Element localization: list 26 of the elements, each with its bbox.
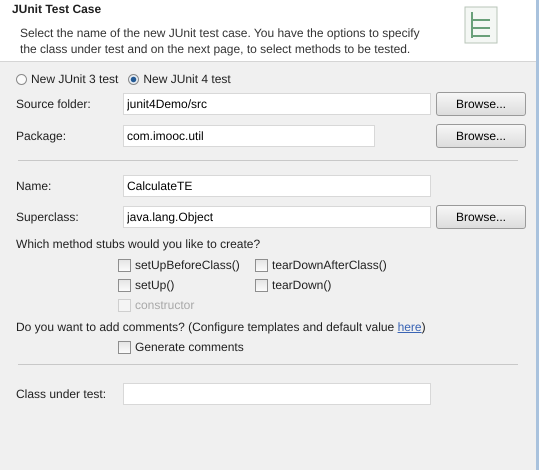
input-field[interactable]: java.lang.Object <box>123 206 431 228</box>
dialog-title: JUnit Test Case <box>12 2 102 16</box>
comments-prompt: Do you want to add comments? (Configure templates and default value here) <box>16 320 427 334</box>
input-field[interactable]: com.imooc.util <box>123 125 375 147</box>
dialog-description: Select the name of the new JUnit test case. You have the options to specify the class under test and on the next page, to select methods to be tested. <box>19 25 421 57</box>
field-label: Class under test: <box>16 387 108 401</box>
checkbox-option[interactable]: Generate comments <box>118 340 255 354</box>
field-label: Superclass: <box>16 210 80 224</box>
input-field[interactable] <box>123 383 431 405</box>
field-label: Package: <box>16 129 68 143</box>
radio-option[interactable]: New JUnit 4 test <box>128 72 231 86</box>
input-field[interactable]: junit4Demo/src <box>123 93 431 115</box>
templates-link[interactable]: here <box>398 320 422 334</box>
checkbox-option[interactable]: setUp() <box>118 278 255 292</box>
browse-button[interactable]: Browse... <box>436 205 526 229</box>
input-field[interactable]: CalculateTE <box>123 175 431 197</box>
field-label: Source folder: <box>16 97 92 111</box>
checkbox-option[interactable]: tearDown() <box>255 278 415 292</box>
radio-option[interactable]: New JUnit 3 test <box>16 72 118 86</box>
browse-button[interactable]: Browse... <box>436 92 526 116</box>
field-label: Name: <box>16 179 52 193</box>
checkbox-option[interactable]: tearDownAfterClass() <box>255 258 415 272</box>
checkbox-option[interactable]: setUpBeforeClass() <box>118 258 255 272</box>
stubs-prompt: Which method stubs would you like to create? <box>16 237 262 251</box>
tree-list-icon <box>464 6 498 44</box>
browse-button[interactable]: Browse... <box>436 124 526 148</box>
